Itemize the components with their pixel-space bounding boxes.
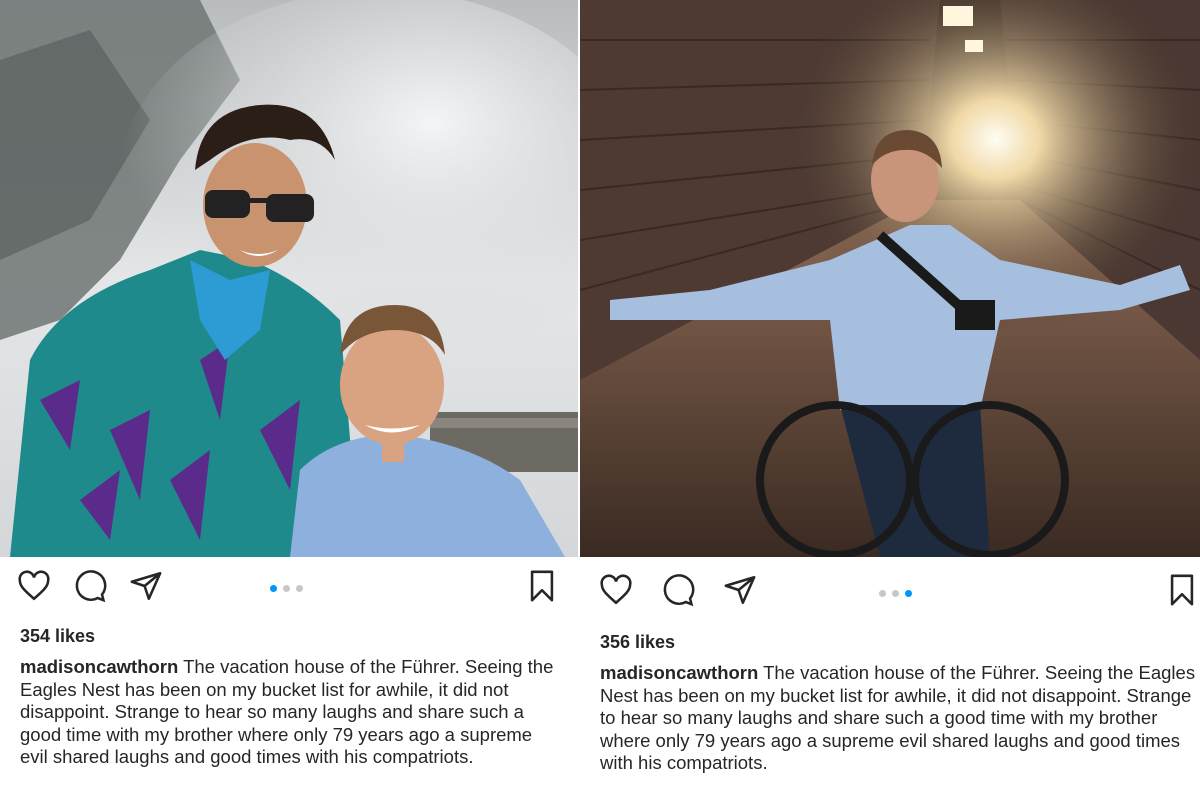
carousel-dots — [270, 585, 303, 592]
heart-icon[interactable] — [596, 570, 636, 610]
bookmark-icon[interactable] — [1162, 570, 1200, 610]
post-caption: madisoncawthorn The vacation house of th… — [600, 662, 1200, 775]
carousel-dot — [892, 590, 899, 597]
post-right: 356 likes madisoncawthorn The vacation h… — [580, 0, 1200, 800]
like-count[interactable]: 356 likes — [600, 632, 675, 653]
carousel-dot — [283, 585, 290, 592]
post-left: 354 likes madisoncawthorn The vacation h… — [0, 0, 578, 800]
share-icon[interactable] — [720, 570, 760, 610]
carousel-dot — [879, 590, 886, 597]
comment-icon[interactable] — [658, 570, 698, 610]
carousel-dot-active — [270, 585, 277, 592]
post-caption: madisoncawthorn The vacation house of th… — [20, 656, 560, 769]
photo-man-tunnel — [580, 0, 1200, 557]
post-actions — [0, 566, 578, 616]
carousel-dots — [879, 590, 912, 597]
like-count[interactable]: 354 likes — [20, 626, 95, 647]
username-link[interactable]: madisoncawthorn — [20, 656, 178, 677]
carousel-dot-active — [905, 590, 912, 597]
share-icon[interactable] — [126, 566, 166, 606]
heart-icon[interactable] — [14, 566, 54, 606]
post-photo[interactable] — [580, 0, 1200, 557]
carousel-dot — [296, 585, 303, 592]
post-actions — [580, 570, 1200, 620]
bookmark-icon[interactable] — [522, 566, 562, 606]
comment-icon[interactable] — [70, 566, 110, 606]
photo-two-men-mountain — [0, 0, 578, 557]
username-link[interactable]: madisoncawthorn — [600, 662, 758, 683]
post-photo[interactable] — [0, 0, 578, 557]
